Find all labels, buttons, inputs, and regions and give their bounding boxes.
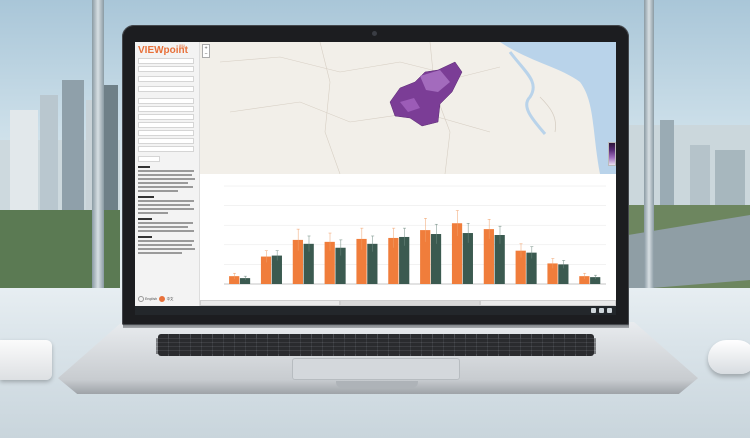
sidebar: VIEWpoint 觀點 English 中文 xyxy=(135,42,200,306)
text-line xyxy=(138,252,182,254)
computer-mouse xyxy=(708,340,750,374)
text-line xyxy=(138,190,178,192)
select-field[interactable] xyxy=(138,106,194,112)
text-line xyxy=(138,186,193,188)
bar xyxy=(451,223,463,284)
radio-english[interactable] xyxy=(138,296,144,302)
laptop-screen: VIEWpoint 觀點 English 中文 + − xyxy=(135,42,616,315)
laptop-lip xyxy=(336,381,418,388)
bar xyxy=(483,229,494,284)
window-frame xyxy=(92,0,104,300)
social-icon[interactable] xyxy=(591,308,596,313)
select-field[interactable] xyxy=(138,130,194,136)
radio-chinese[interactable] xyxy=(159,296,166,302)
select-field[interactable] xyxy=(138,114,194,120)
bar xyxy=(430,234,442,284)
text-line xyxy=(138,174,192,176)
bar xyxy=(515,250,526,284)
camera-icon xyxy=(372,31,377,36)
bar xyxy=(399,236,410,284)
bar xyxy=(260,256,272,284)
bar xyxy=(494,235,505,284)
lang-chinese-label: 中文 xyxy=(166,297,174,301)
bar xyxy=(547,263,558,284)
bar xyxy=(367,243,378,284)
bar xyxy=(462,233,473,284)
bar xyxy=(324,241,335,284)
select-field[interactable] xyxy=(138,86,194,92)
text-line xyxy=(138,196,154,198)
bar xyxy=(292,239,303,284)
tablet-device xyxy=(0,340,52,380)
text-line xyxy=(138,200,194,202)
laptop-lid: VIEWpoint 觀點 English 中文 + − xyxy=(122,25,629,325)
map-color-legend xyxy=(608,142,616,166)
text-line xyxy=(138,230,194,232)
select-field[interactable] xyxy=(138,76,194,82)
bar xyxy=(388,237,399,284)
lang-english-label: English xyxy=(145,297,158,301)
bar xyxy=(303,243,314,284)
bar xyxy=(526,252,537,284)
text-line xyxy=(138,240,194,242)
map-canvas xyxy=(219,42,616,175)
footer-bar xyxy=(135,306,616,315)
bar xyxy=(356,238,367,284)
text-line xyxy=(138,212,168,214)
select-field[interactable] xyxy=(138,122,194,128)
text-line xyxy=(138,236,152,238)
map-panel[interactable]: + − xyxy=(200,42,616,175)
laptop-trackpad xyxy=(292,358,460,380)
bar xyxy=(590,277,601,284)
text-line xyxy=(138,226,188,228)
window-frame xyxy=(644,0,654,300)
text-line xyxy=(138,204,190,206)
text-line xyxy=(138,218,152,220)
social-icon[interactable] xyxy=(599,308,604,313)
select-field[interactable] xyxy=(138,98,194,104)
checkbox-field[interactable] xyxy=(138,156,160,162)
select-field[interactable] xyxy=(138,146,194,152)
bar-chart xyxy=(224,185,606,285)
bar xyxy=(239,278,251,284)
text-line xyxy=(138,222,193,224)
bar xyxy=(579,276,590,284)
select-field[interactable] xyxy=(138,138,194,144)
text-line xyxy=(138,244,192,246)
bar xyxy=(335,247,346,284)
bar xyxy=(558,264,569,284)
social-icon[interactable] xyxy=(607,308,612,313)
zoom-control[interactable]: + − xyxy=(202,44,210,58)
language-switch: English 中文 xyxy=(138,296,173,302)
select-field[interactable] xyxy=(138,58,194,64)
app-logo-subtitle: 觀點 xyxy=(179,44,186,48)
select-field[interactable] xyxy=(138,66,194,72)
bar xyxy=(420,230,431,284)
text-line xyxy=(138,166,150,168)
laptop-keyboard-rows xyxy=(156,338,596,354)
text-line xyxy=(138,182,188,184)
text-line xyxy=(138,248,195,250)
bar xyxy=(271,255,282,284)
text-line xyxy=(138,178,195,180)
text-line xyxy=(138,170,194,172)
bar xyxy=(229,276,240,284)
text-line xyxy=(138,208,194,210)
